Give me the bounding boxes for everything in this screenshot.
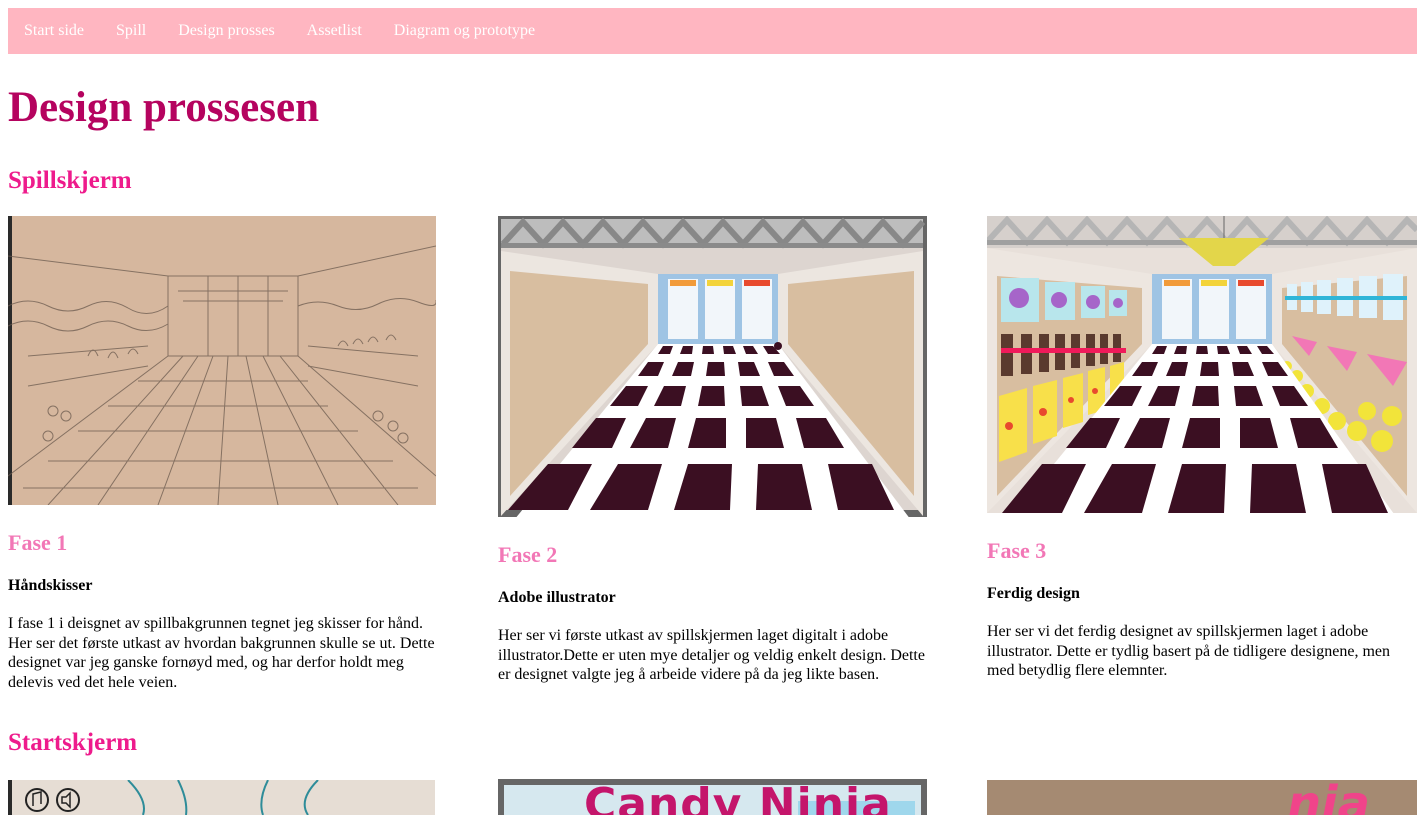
phase-2-column: Fase 2 Adobe illustrator Her ser vi førs… <box>498 542 928 685</box>
section-title-startskjerm: Startskjerm <box>8 729 138 756</box>
phase-1-title: Fase 1 <box>8 530 68 555</box>
top-navbar: Start side Spill Design prosses Assetlis… <box>8 8 1417 54</box>
startscreen-final-image: nja <box>987 780 1417 815</box>
phase-1-text: I fase 1 i deisgnet av spillbakgrunnen t… <box>8 615 435 691</box>
phase-2-title: Fase 2 <box>498 542 558 567</box>
phase-3-title: Fase 3 <box>987 538 1047 563</box>
startscreen-draft-image: Candy Ninja <box>498 779 927 815</box>
nav-assetlist[interactable]: Assetlist <box>291 8 378 54</box>
nav-spill[interactable]: Spill <box>100 8 162 54</box>
candy-ninja-logo-partial: nja <box>1287 780 1371 815</box>
phase-1-subtitle: Håndskisser <box>8 577 93 594</box>
phase-3-text: Her ser vi det ferdig designet av spills… <box>987 623 1390 679</box>
store-final-image <box>987 216 1417 513</box>
candy-ninja-logo-text: Candy Ninja <box>584 779 892 815</box>
phase-3-subtitle: Ferdig design <box>987 585 1080 602</box>
phase-2-subtitle: Adobe illustrator <box>498 589 616 606</box>
nav-design-prosses[interactable]: Design prosses <box>162 8 290 54</box>
phase-1-column: Fase 1 Håndskisser I fase 1 i deisgnet a… <box>8 530 438 692</box>
section-title-spillskjerm: Spillskjerm <box>8 167 132 194</box>
store-draft-image <box>498 216 927 517</box>
phase-3-column: Fase 3 Ferdig design Her ser vi det ferd… <box>987 538 1417 681</box>
nav-diagram-og-prototype[interactable]: Diagram og prototype <box>378 8 551 54</box>
page-title: Design prossesen <box>8 84 319 131</box>
phase-2-text: Her ser vi første utkast av spillskjerme… <box>498 627 925 683</box>
sketch-image <box>8 216 436 505</box>
startscreen-sketch-image <box>8 780 435 815</box>
nav-start-side[interactable]: Start side <box>8 8 100 54</box>
